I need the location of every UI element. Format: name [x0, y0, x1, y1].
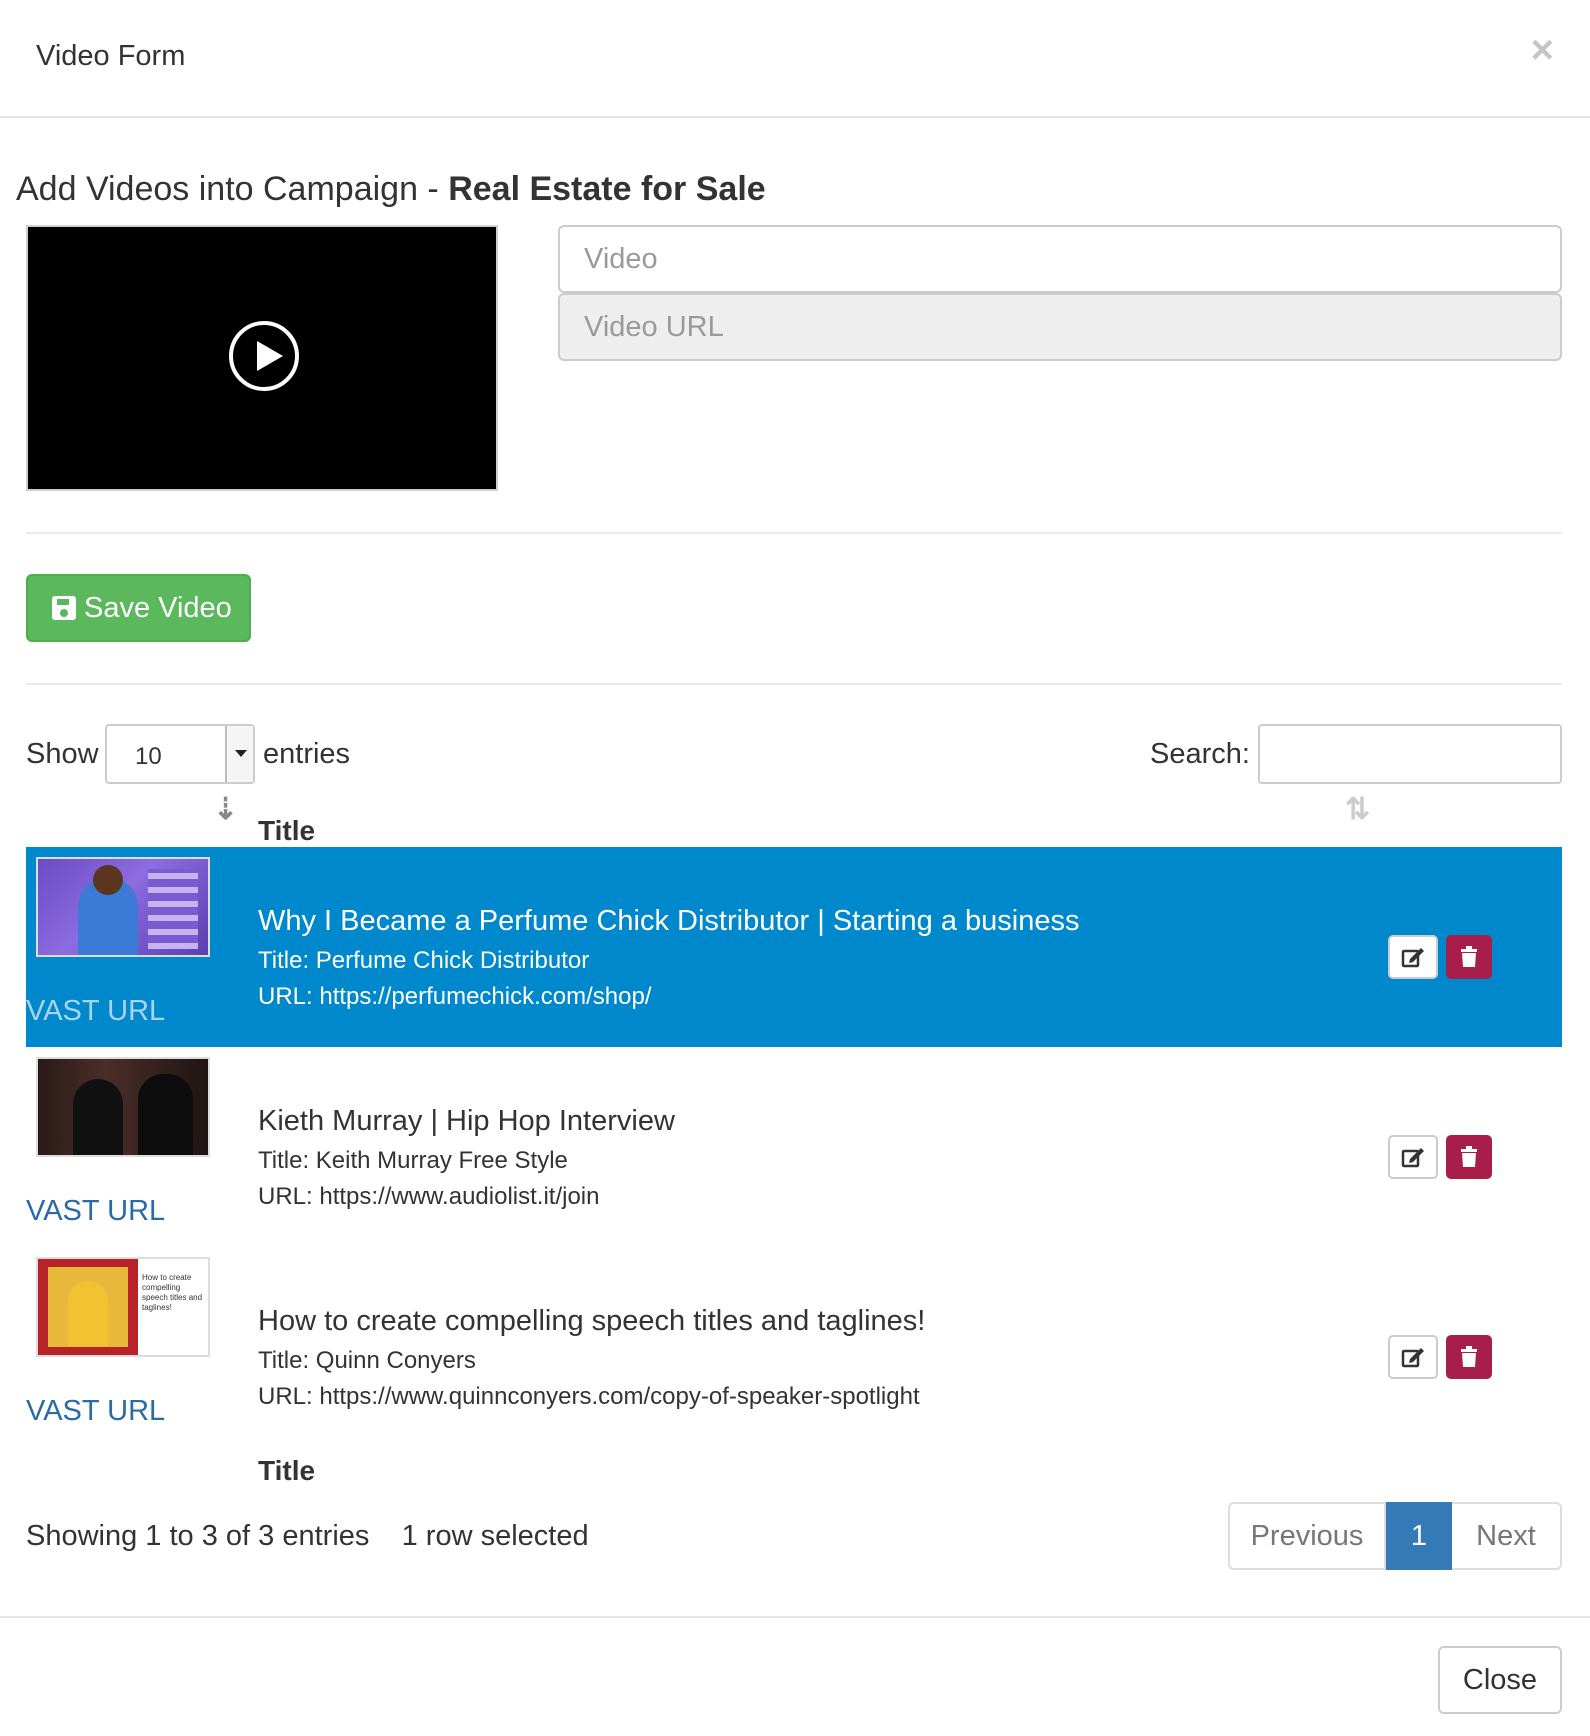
section-title-prefix: Add Videos into Campaign -	[16, 170, 449, 208]
page-length-value: 10	[135, 743, 162, 770]
save-video-label: Save Video	[84, 591, 232, 624]
divider	[26, 683, 1562, 685]
trash-icon	[1461, 1146, 1477, 1167]
delete-button[interactable]	[1446, 1135, 1492, 1179]
trash-icon	[1461, 1346, 1477, 1367]
section-title: Add Videos into Campaign - Real Estate f…	[16, 170, 766, 209]
modal-header: Video Form ×	[0, 0, 1590, 118]
video-url-input[interactable]	[558, 293, 1562, 361]
thumbnail-caption: How to create compelling speech titles a…	[142, 1273, 203, 1312]
delete-button[interactable]	[1446, 1335, 1492, 1379]
edit-icon	[1401, 1148, 1424, 1168]
chevron-down-icon	[225, 726, 253, 782]
showing-entries: Showing 1 to 3 of 3 entries	[26, 1520, 370, 1552]
video-thumbnail	[36, 1057, 210, 1157]
thumbnail-shelf	[148, 869, 198, 949]
column-header-title[interactable]: Title	[258, 815, 315, 847]
previous-page-button[interactable]: Previous	[1228, 1502, 1386, 1570]
edit-button[interactable]	[1388, 1135, 1438, 1179]
page-1-button[interactable]: 1	[1386, 1502, 1452, 1570]
page-length-select[interactable]: 10	[105, 724, 255, 784]
table-row[interactable]: Kieth Murray | Hip Hop Interview Title: …	[26, 1047, 1562, 1247]
edit-button[interactable]	[1388, 935, 1438, 979]
video-thumbnail: How to create compelling speech titles a…	[36, 1257, 210, 1357]
video-url: URL: https://perfumechick.com/shop/	[258, 983, 652, 1010]
video-title: Why I Became a Perfume Chick Distributor…	[258, 905, 1080, 937]
thumbnail-person	[73, 1079, 123, 1155]
video-input[interactable]	[558, 225, 1562, 293]
thumbnail-person	[68, 1281, 108, 1347]
video-subtitle: Title: Keith Murray Free Style	[258, 1147, 568, 1174]
divider	[26, 532, 1562, 534]
table-row[interactable]: How to create compelling speech titles a…	[26, 1247, 1562, 1447]
edit-icon	[1401, 948, 1424, 968]
video-thumbnail	[36, 857, 210, 957]
floppy-disk-icon	[52, 596, 76, 620]
video-subtitle: Title: Perfume Chick Distributor	[258, 947, 590, 974]
edit-icon	[1401, 1348, 1424, 1368]
save-video-button[interactable]: Save Video	[26, 574, 251, 642]
video-subtitle: Title: Quinn Conyers	[258, 1347, 476, 1374]
play-icon[interactable]	[229, 321, 299, 391]
edit-button[interactable]	[1388, 1335, 1438, 1379]
show-label: Show	[26, 738, 99, 770]
vast-url-link[interactable]: VAST URL	[26, 1395, 165, 1428]
trash-icon	[1461, 946, 1477, 967]
search-input[interactable]	[1258, 724, 1562, 784]
video-player[interactable]	[26, 225, 498, 491]
table-info: Showing 1 to 3 of 3 entries 1 row select…	[26, 1520, 589, 1553]
video-url: URL: https://www.audiolist.it/join	[258, 1183, 600, 1210]
video-url: URL: https://www.quinnconyers.com/copy-o…	[258, 1383, 920, 1410]
pagination: Previous 1 Next	[1228, 1502, 1562, 1570]
thumbnail-person	[138, 1074, 193, 1155]
video-title: How to create compelling speech titles a…	[258, 1305, 926, 1337]
next-page-button[interactable]: Next	[1452, 1502, 1562, 1570]
modal-title: Video Form	[36, 40, 186, 72]
video-title: Kieth Murray | Hip Hop Interview	[258, 1105, 675, 1137]
close-button[interactable]: Close	[1438, 1646, 1562, 1714]
sort-both-icon[interactable]: ⇅	[1345, 792, 1370, 827]
rows-selected: 1 row selected	[401, 1520, 589, 1552]
column-footer-title: Title	[258, 1455, 316, 1486]
campaign-name: Real Estate for Sale	[448, 170, 766, 208]
vast-url-link[interactable]: VAST URL	[26, 995, 165, 1028]
search-label: Search:	[1150, 738, 1250, 770]
delete-button[interactable]	[1446, 935, 1492, 979]
vast-url-link[interactable]: VAST URL	[26, 1195, 165, 1228]
table-row[interactable]: Why I Became a Perfume Chick Distributor…	[26, 847, 1562, 1047]
modal-footer-divider	[0, 1616, 1590, 1618]
entries-label: entries	[263, 738, 351, 770]
thumbnail-head	[93, 865, 123, 895]
sort-ascending-icon[interactable]: ⇣	[213, 792, 238, 827]
close-icon[interactable]: ×	[1531, 30, 1554, 70]
